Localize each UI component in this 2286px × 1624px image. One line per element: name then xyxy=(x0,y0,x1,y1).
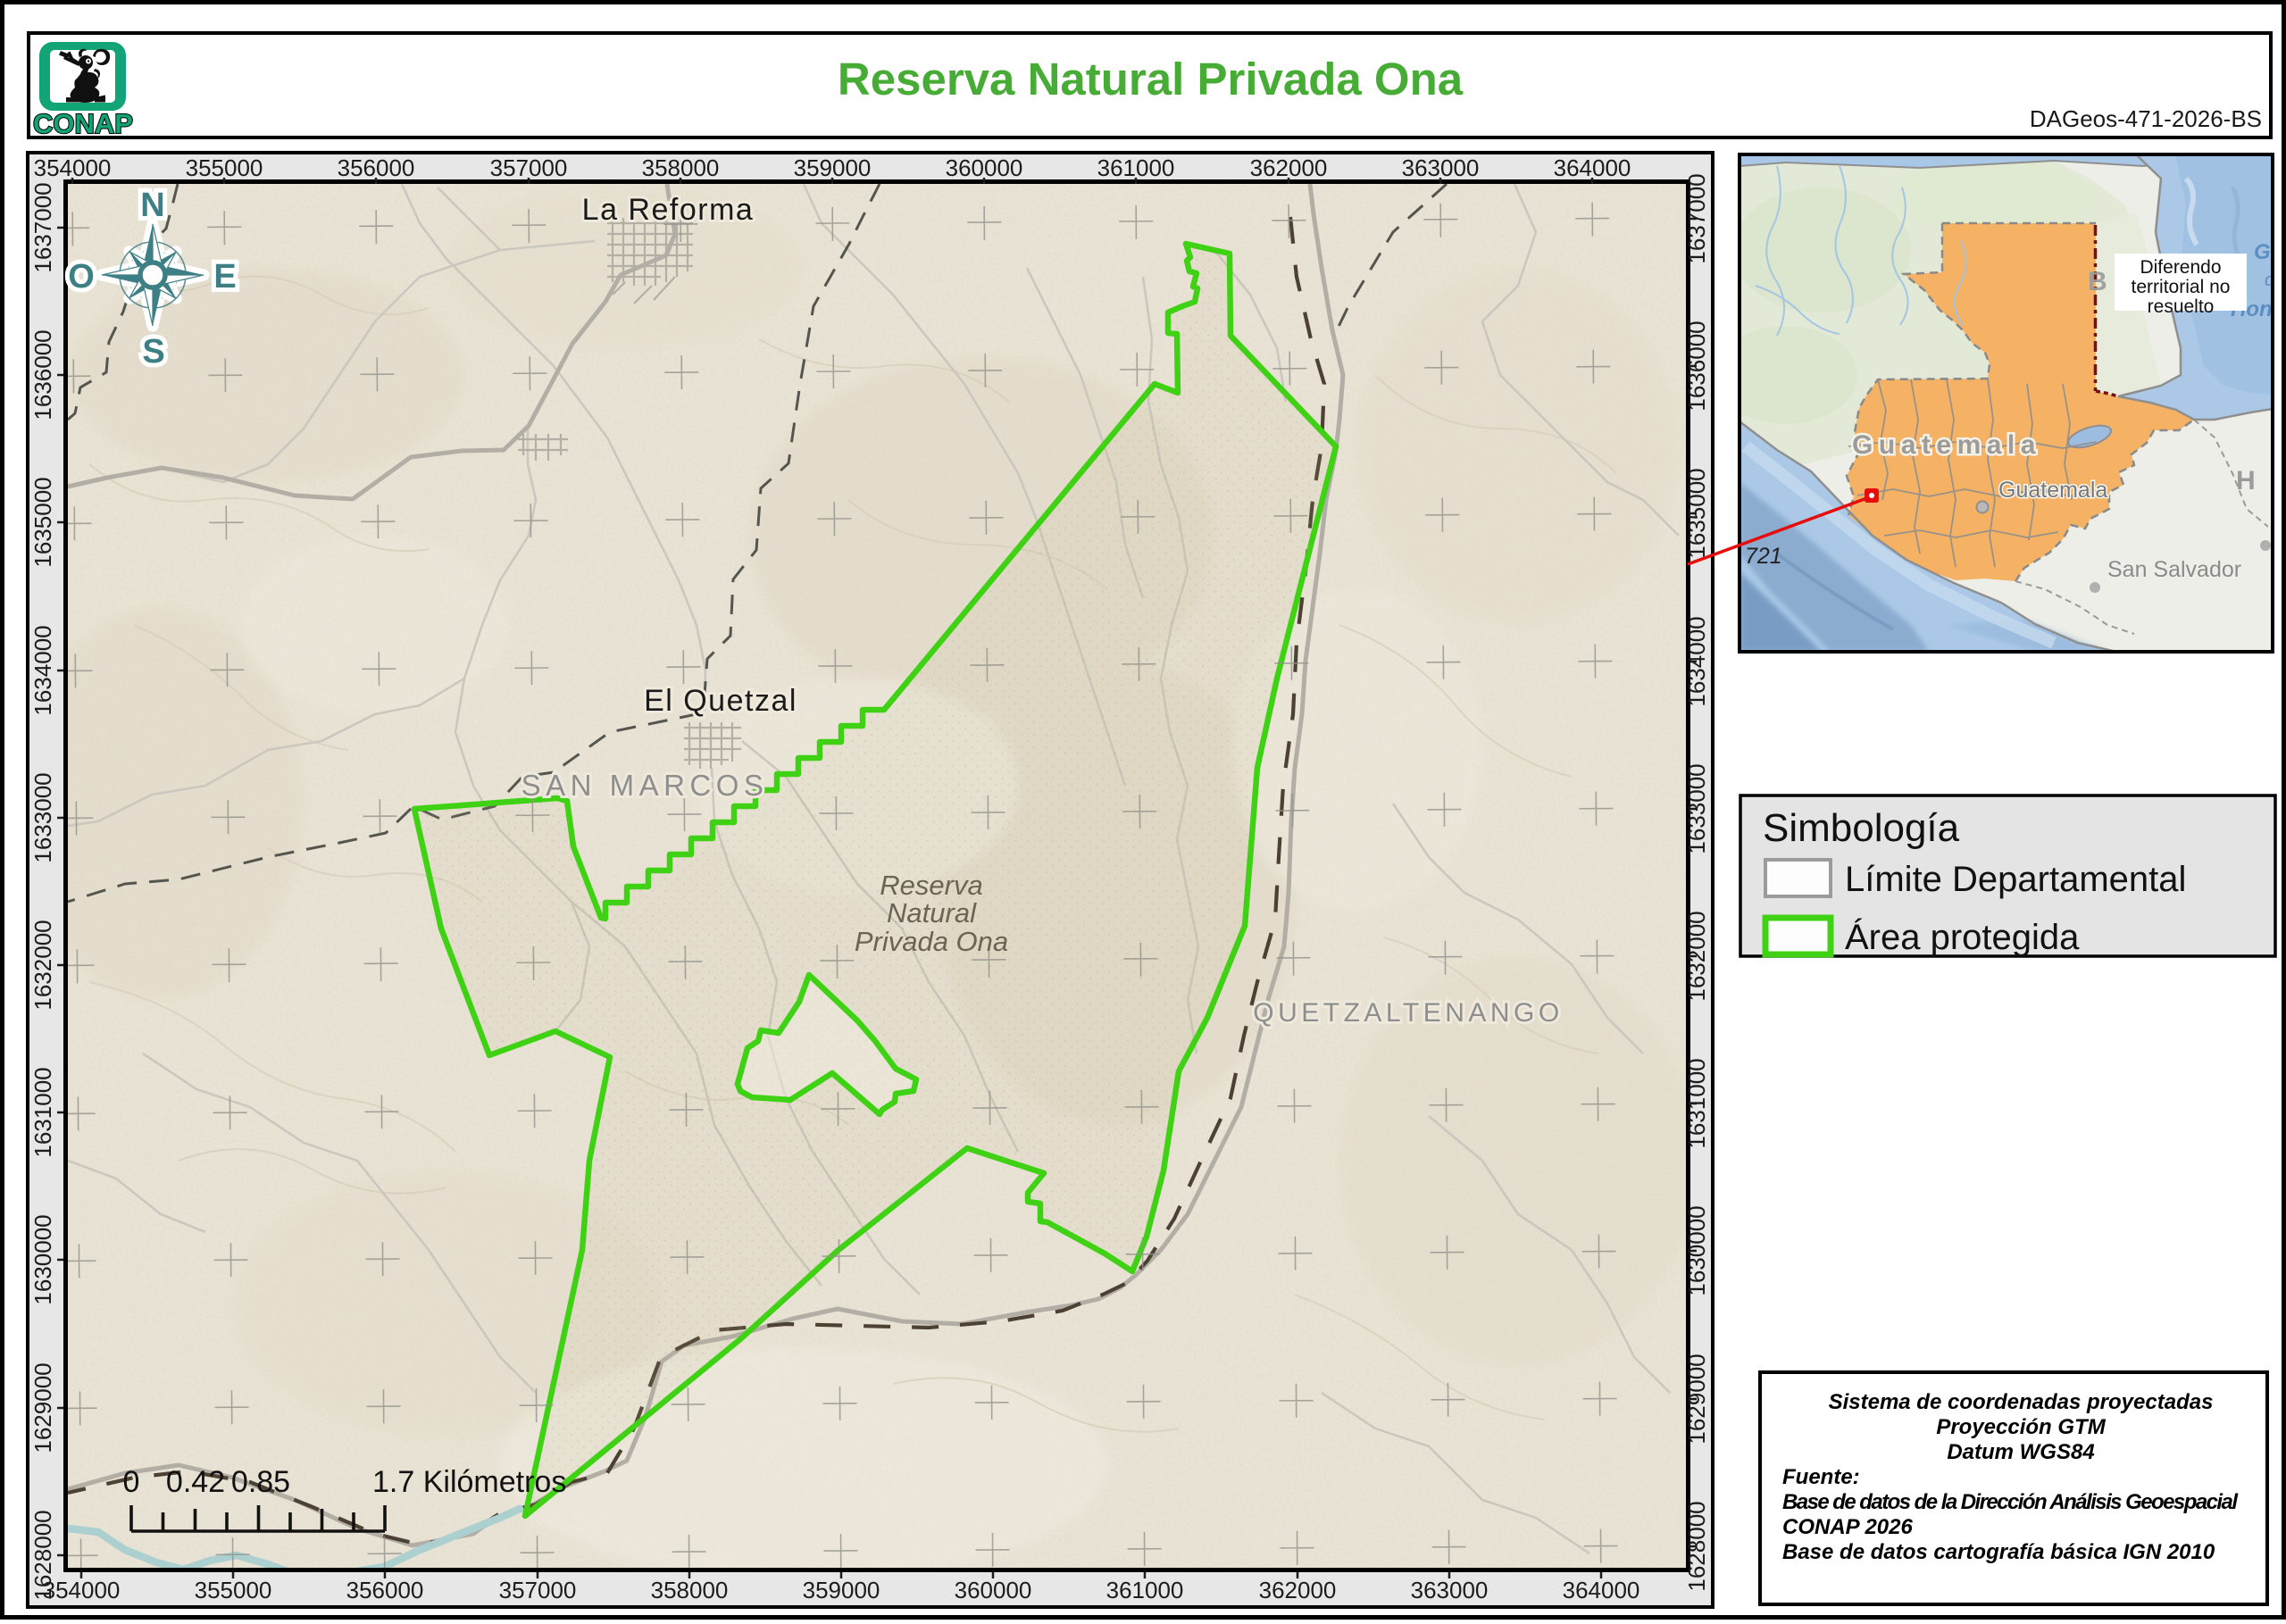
svg-text:Privada Ona: Privada Ona xyxy=(855,926,1008,957)
svg-text:Límite Departamental: Límite Departamental xyxy=(1845,860,2186,899)
svg-text:San Salvador: San Salvador xyxy=(2107,557,2241,582)
svg-text:El Quetzal: El Quetzal xyxy=(644,684,797,718)
svg-text:354000: 354000 xyxy=(34,154,112,181)
svg-text:721: 721 xyxy=(1745,544,1782,569)
svg-text:SAN MARCOS: SAN MARCOS xyxy=(521,769,769,802)
svg-text:356000: 356000 xyxy=(346,1577,424,1603)
svg-text:CONAP 2026: CONAP 2026 xyxy=(1782,1515,1913,1539)
svg-text:O: O xyxy=(68,258,95,296)
svg-text:QUETZALTENANGO: QUETZALTENANGO xyxy=(1253,998,1563,1028)
svg-text:1637000: 1637000 xyxy=(29,182,56,272)
svg-text:1630000: 1630000 xyxy=(29,1214,56,1304)
svg-text:E: E xyxy=(213,258,236,296)
svg-text:362000: 362000 xyxy=(1259,1577,1337,1603)
svg-text:Base de datos cartografía bási: Base de datos cartografía básica IGN 201… xyxy=(1782,1540,2215,1564)
svg-text:364000: 364000 xyxy=(1554,154,1631,181)
svg-text:355000: 355000 xyxy=(186,154,263,181)
svg-text:S: S xyxy=(142,333,164,371)
svg-text:Datum WGS84: Datum WGS84 xyxy=(1947,1440,2094,1464)
svg-text:363000: 363000 xyxy=(1402,154,1480,181)
svg-text:364000: 364000 xyxy=(1563,1577,1640,1603)
svg-text:Guatemala: Guatemala xyxy=(1998,478,2107,503)
svg-text:1636000: 1636000 xyxy=(29,329,56,420)
svg-text:358000: 358000 xyxy=(642,154,720,181)
svg-text:359000: 359000 xyxy=(794,154,872,181)
svg-text:Diferendo: Diferendo xyxy=(2140,257,2221,278)
svg-text:361000: 361000 xyxy=(1106,1577,1184,1603)
svg-text:1631000: 1631000 xyxy=(29,1067,56,1157)
svg-text:0: 0 xyxy=(123,1465,140,1499)
svg-text:DAGeos-471-2026-BS: DAGeos-471-2026-BS xyxy=(2030,105,2262,132)
svg-text:0.85: 0.85 xyxy=(231,1465,290,1499)
svg-text:359000: 359000 xyxy=(803,1577,880,1603)
svg-text:Reserva: Reserva xyxy=(880,870,982,901)
svg-text:356000: 356000 xyxy=(338,154,415,181)
svg-text:Área protegida: Área protegida xyxy=(1845,917,2080,957)
svg-text:361000: 361000 xyxy=(1097,154,1175,181)
svg-text:Base de datos de la Dirección: Base de datos de la Dirección Análisis G… xyxy=(1782,1490,2239,1514)
svg-text:1629000: 1629000 xyxy=(29,1362,56,1453)
svg-text:357000: 357000 xyxy=(499,1577,577,1603)
svg-text:Simbología: Simbología xyxy=(1763,806,1960,850)
svg-text:Fuente:: Fuente: xyxy=(1782,1465,1860,1489)
svg-text:resuelto: resuelto xyxy=(2148,296,2215,317)
svg-text:1628000: 1628000 xyxy=(29,1510,56,1600)
svg-text:362000: 362000 xyxy=(1250,154,1328,181)
svg-text:355000: 355000 xyxy=(195,1577,272,1603)
svg-text:Natural: Natural xyxy=(887,897,977,929)
svg-text:B: B xyxy=(2088,267,2107,296)
svg-text:Gu: Gu xyxy=(2254,240,2284,264)
svg-text:358000: 358000 xyxy=(651,1577,729,1603)
svg-text:territorial no: territorial no xyxy=(2132,277,2231,297)
svg-text:1632000: 1632000 xyxy=(29,920,56,1010)
svg-text:0.42: 0.42 xyxy=(166,1465,225,1499)
svg-text:357000: 357000 xyxy=(490,154,568,181)
svg-text:360000: 360000 xyxy=(955,1577,1032,1603)
svg-text:363000: 363000 xyxy=(1411,1577,1489,1603)
svg-text:1633000: 1633000 xyxy=(29,772,56,862)
svg-text:Proyección GTM: Proyección GTM xyxy=(1936,1415,2106,1439)
svg-text:Sistema de coordenadas proyect: Sistema de coordenadas proyectadas xyxy=(1829,1390,2214,1414)
svg-text:Guatemala: Guatemala xyxy=(1852,430,2041,460)
svg-text:H o: H o xyxy=(2236,466,2286,496)
svg-text:CONAP: CONAP xyxy=(33,108,133,139)
svg-text:360000: 360000 xyxy=(946,154,1023,181)
svg-text:N: N xyxy=(140,187,164,224)
svg-text:La Reforma: La Reforma xyxy=(582,193,755,227)
svg-text:1634000: 1634000 xyxy=(29,625,56,715)
svg-text:Reserva Natural Privada Ona: Reserva Natural Privada Ona xyxy=(838,54,1464,104)
svg-text:1.7 Kilómetros: 1.7 Kilómetros xyxy=(372,1465,566,1499)
svg-text:1635000: 1635000 xyxy=(29,477,56,567)
